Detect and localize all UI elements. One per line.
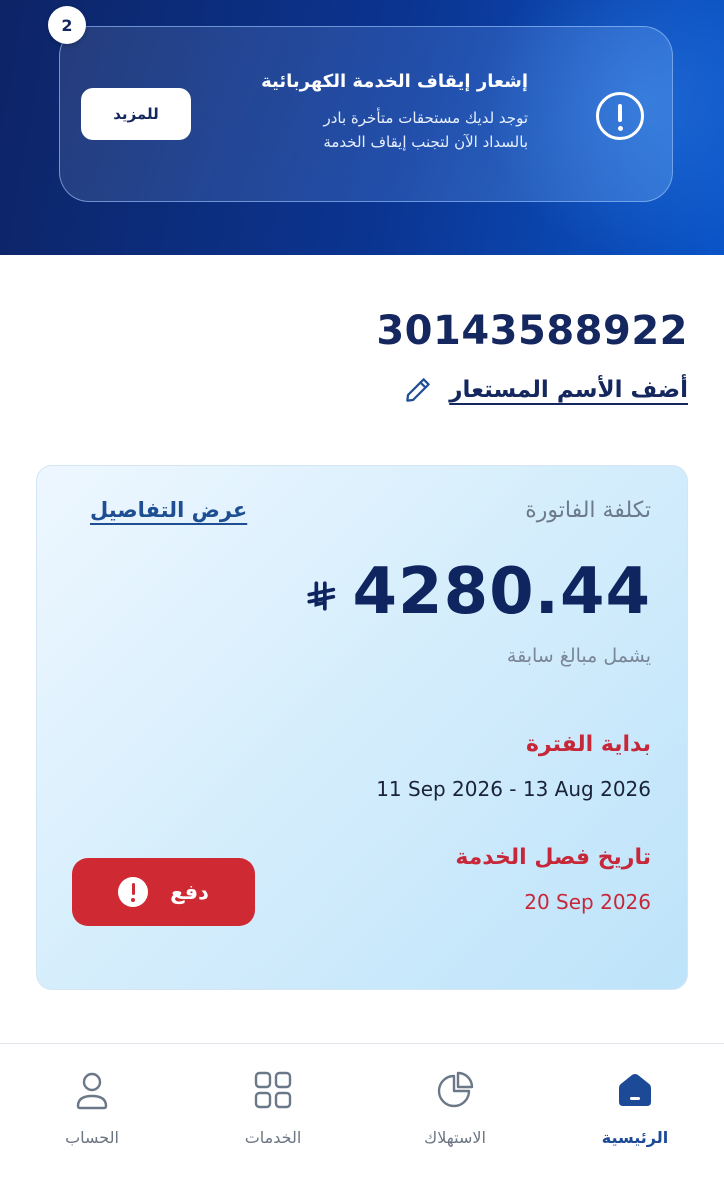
alert-body-line-2: بالسداد الآن لتجنب إيقاف الخدمة <box>323 133 528 151</box>
pay-button-label: دفع <box>170 880 209 904</box>
exclamation-circle-icon <box>118 877 149 907</box>
notification-count-badge: 2 <box>48 6 86 44</box>
more-button[interactable]: للمزيد <box>81 88 191 140</box>
pencil-icon[interactable] <box>403 375 433 405</box>
alert-text-block: إشعار إيقاف الخدمة الكهربائية توجد لديك … <box>228 70 528 154</box>
account-number: 30143588922 <box>376 308 688 354</box>
bill-cost-label: تكلفة الفاتورة <box>525 498 651 523</box>
view-details-link[interactable]: عرض التفاصيل <box>90 498 247 522</box>
grid-icon <box>254 1071 292 1109</box>
nav-label-consumption: الاستهلاك <box>424 1128 486 1147</box>
pie-chart-icon <box>437 1071 474 1108</box>
disconnect-date-value: 20 Sep 2026 <box>524 890 651 914</box>
nav-label-services: الخدمات <box>244 1128 302 1147</box>
nav-item-consumption[interactable]: الاستهلاك <box>390 1060 520 1160</box>
home-icon <box>619 1074 651 1106</box>
nav-label-home: الرئيسية <box>601 1128 669 1147</box>
nav-item-account[interactable]: الحساب <box>27 1060 157 1160</box>
add-nickname-link[interactable]: أضف الأسم المستعار <box>449 377 688 403</box>
pay-button[interactable]: دفع <box>72 858 255 926</box>
period-value: 11 Sep 2026 - 13 Aug 2026 <box>376 777 651 801</box>
bill-amount: 4280.44 <box>352 555 651 629</box>
nav-label-account: الحساب <box>65 1128 119 1147</box>
amount-row: 4280.44 <box>305 555 652 629</box>
nav-item-services[interactable]: الخدمات <box>208 1060 338 1160</box>
user-icon <box>76 1072 108 1110</box>
alert-body-line-1: توجد لديك مستحقات متأخرة بادر <box>323 109 528 127</box>
period-label: بداية الفترة <box>525 732 651 757</box>
exclamation-circle-icon <box>596 92 644 140</box>
amount-note: يشمل مبالغ سابقة <box>506 645 651 667</box>
disconnect-date-label: تاريخ فصل الخدمة <box>455 845 651 870</box>
alert-title: إشعار إيقاف الخدمة الكهربائية <box>261 71 528 92</box>
nickname-row[interactable]: أضف الأسم المستعار <box>403 372 688 408</box>
nav-item-home[interactable]: الرئيسية <box>570 1060 700 1160</box>
riyal-currency-icon <box>306 581 335 611</box>
